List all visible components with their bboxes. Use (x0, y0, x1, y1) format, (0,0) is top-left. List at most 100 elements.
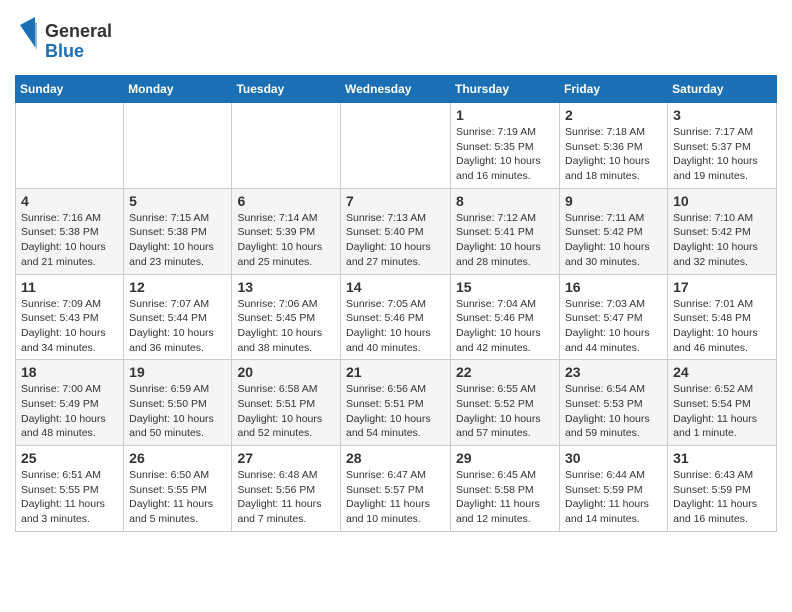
day-info: Sunrise: 7:17 AMSunset: 5:37 PMDaylight:… (673, 125, 771, 184)
calendar-cell (341, 103, 451, 189)
day-info: Sunrise: 7:03 AMSunset: 5:47 PMDaylight:… (565, 297, 662, 356)
svg-text:Blue: Blue (45, 41, 84, 61)
day-info: Sunrise: 7:09 AMSunset: 5:43 PMDaylight:… (21, 297, 118, 356)
day-info: Sunrise: 7:01 AMSunset: 5:48 PMDaylight:… (673, 297, 771, 356)
calendar-cell: 21Sunrise: 6:56 AMSunset: 5:51 PMDayligh… (341, 360, 451, 446)
calendar-cell: 8 Sunrise: 7:12 AMSunset: 5:41 PMDaylight… (451, 188, 560, 274)
day-number: 16 (565, 279, 662, 295)
day-info: Sunrise: 7:05 AMSunset: 5:46 PMDaylight:… (346, 297, 445, 356)
calendar-week-row: 1Sunrise: 7:19 AMSunset: 5:35 PMDaylight… (16, 103, 777, 189)
day-number: 4 (21, 193, 118, 209)
calendar-cell: 23 Sunrise: 6:54 AMSunset: 5:53 PMDayligh… (560, 360, 668, 446)
day-info: Sunrise: 7:15 AMSunset: 5:38 PMDaylight:… (129, 211, 226, 270)
calendar-cell (232, 103, 341, 189)
calendar-cell: 4 Sunrise: 7:16 AMSunset: 5:38 PMDaylight… (16, 188, 124, 274)
calendar-cell: 19Sunrise: 6:59 AMSunset: 5:50 PMDayligh… (124, 360, 232, 446)
day-number: 9 (565, 193, 662, 209)
day-number: 27 (237, 450, 335, 466)
day-number: 1 (456, 107, 554, 123)
day-info: Sunrise: 7:11 AMSunset: 5:42 PMDaylight:… (565, 211, 662, 270)
day-info: Sunrise: 7:12 AMSunset: 5:41 PMDaylight:… (456, 211, 554, 270)
calendar-cell: 30 Sunrise: 6:44 AMSunset: 5:59 PMDayligh… (560, 446, 668, 532)
calendar-cell: 1Sunrise: 7:19 AMSunset: 5:35 PMDaylight… (451, 103, 560, 189)
calendar-cell: 31 Sunrise: 6:43 AMSunset: 5:59 PMDayligh… (668, 446, 777, 532)
day-number: 17 (673, 279, 771, 295)
day-info: Sunrise: 7:18 AMSunset: 5:36 PMDaylight:… (565, 125, 662, 184)
day-number: 11 (21, 279, 118, 295)
day-info: Sunrise: 6:44 AMSunset: 5:59 PMDaylight:… (565, 468, 662, 527)
day-number: 31 (673, 450, 771, 466)
calendar-cell: 9 Sunrise: 7:11 AMSunset: 5:42 PMDaylight… (560, 188, 668, 274)
day-number: 15 (456, 279, 554, 295)
day-number: 5 (129, 193, 226, 209)
day-number: 2 (565, 107, 662, 123)
day-info: Sunrise: 6:45 AMSunset: 5:58 PMDaylight:… (456, 468, 554, 527)
day-number: 3 (673, 107, 771, 123)
calendar-cell: 16 Sunrise: 7:03 AMSunset: 5:47 PMDayligh… (560, 274, 668, 360)
day-header-sunday: Sunday (16, 76, 124, 103)
day-number: 23 (565, 364, 662, 380)
calendar-week-row: 4 Sunrise: 7:16 AMSunset: 5:38 PMDaylight… (16, 188, 777, 274)
logo: GeneralBlue (15, 15, 115, 65)
calendar-week-row: 11 Sunrise: 7:09 AMSunset: 5:43 PMDayligh… (16, 274, 777, 360)
calendar-cell: 14 Sunrise: 7:05 AMSunset: 5:46 PMDayligh… (341, 274, 451, 360)
calendar-cell (124, 103, 232, 189)
day-info: Sunrise: 7:07 AMSunset: 5:44 PMDaylight:… (129, 297, 226, 356)
day-info: Sunrise: 7:00 AMSunset: 5:49 PMDaylight:… (21, 382, 118, 441)
day-info: Sunrise: 6:56 AMSunset: 5:51 PMDaylight:… (346, 382, 445, 441)
day-header-monday: Monday (124, 76, 232, 103)
day-info: Sunrise: 7:04 AMSunset: 5:46 PMDaylight:… (456, 297, 554, 356)
calendar-cell: 27 Sunrise: 6:48 AMSunset: 5:56 PMDayligh… (232, 446, 341, 532)
day-info: Sunrise: 6:48 AMSunset: 5:56 PMDaylight:… (237, 468, 335, 527)
day-number: 28 (346, 450, 445, 466)
day-header-thursday: Thursday (451, 76, 560, 103)
day-info: Sunrise: 6:43 AMSunset: 5:59 PMDaylight:… (673, 468, 771, 527)
calendar-cell: 18Sunrise: 7:00 AMSunset: 5:49 PMDayligh… (16, 360, 124, 446)
day-header-wednesday: Wednesday (341, 76, 451, 103)
calendar-header-row: SundayMondayTuesdayWednesdayThursdayFrid… (16, 76, 777, 103)
day-number: 24 (673, 364, 771, 380)
calendar-cell: 29 Sunrise: 6:45 AMSunset: 5:58 PMDayligh… (451, 446, 560, 532)
day-number: 14 (346, 279, 445, 295)
calendar-cell: 26 Sunrise: 6:50 AMSunset: 5:55 PMDayligh… (124, 446, 232, 532)
calendar-cell: 22 Sunrise: 6:55 AMSunset: 5:52 PMDayligh… (451, 360, 560, 446)
day-number: 30 (565, 450, 662, 466)
day-number: 20 (237, 364, 335, 380)
calendar-cell (16, 103, 124, 189)
calendar-cell: 3 Sunrise: 7:17 AMSunset: 5:37 PMDaylight… (668, 103, 777, 189)
calendar-table: SundayMondayTuesdayWednesdayThursdayFrid… (15, 75, 777, 532)
calendar-cell: 25Sunrise: 6:51 AMSunset: 5:55 PMDayligh… (16, 446, 124, 532)
day-info: Sunrise: 7:16 AMSunset: 5:38 PMDaylight:… (21, 211, 118, 270)
day-number: 10 (673, 193, 771, 209)
calendar-cell: 7 Sunrise: 7:13 AMSunset: 5:40 PMDaylight… (341, 188, 451, 274)
calendar-cell: 15 Sunrise: 7:04 AMSunset: 5:46 PMDayligh… (451, 274, 560, 360)
day-number: 12 (129, 279, 226, 295)
day-header-friday: Friday (560, 76, 668, 103)
calendar-week-row: 18Sunrise: 7:00 AMSunset: 5:49 PMDayligh… (16, 360, 777, 446)
day-info: Sunrise: 6:55 AMSunset: 5:52 PMDaylight:… (456, 382, 554, 441)
day-info: Sunrise: 6:54 AMSunset: 5:53 PMDaylight:… (565, 382, 662, 441)
day-number: 13 (237, 279, 335, 295)
day-info: Sunrise: 6:58 AMSunset: 5:51 PMDaylight:… (237, 382, 335, 441)
calendar-cell: 5 Sunrise: 7:15 AMSunset: 5:38 PMDaylight… (124, 188, 232, 274)
calendar-cell: 13 Sunrise: 7:06 AMSunset: 5:45 PMDayligh… (232, 274, 341, 360)
day-number: 6 (237, 193, 335, 209)
day-info: Sunrise: 7:06 AMSunset: 5:45 PMDaylight:… (237, 297, 335, 356)
day-number: 22 (456, 364, 554, 380)
day-info: Sunrise: 7:14 AMSunset: 5:39 PMDaylight:… (237, 211, 335, 270)
logo-svg: GeneralBlue (15, 15, 115, 65)
day-info: Sunrise: 7:13 AMSunset: 5:40 PMDaylight:… (346, 211, 445, 270)
day-number: 29 (456, 450, 554, 466)
day-number: 19 (129, 364, 226, 380)
calendar-cell: 20 Sunrise: 6:58 AMSunset: 5:51 PMDayligh… (232, 360, 341, 446)
day-number: 26 (129, 450, 226, 466)
day-info: Sunrise: 7:10 AMSunset: 5:42 PMDaylight:… (673, 211, 771, 270)
day-info: Sunrise: 6:50 AMSunset: 5:55 PMDaylight:… (129, 468, 226, 527)
day-number: 7 (346, 193, 445, 209)
calendar-cell: 2 Sunrise: 7:18 AMSunset: 5:36 PMDaylight… (560, 103, 668, 189)
calendar-week-row: 25Sunrise: 6:51 AMSunset: 5:55 PMDayligh… (16, 446, 777, 532)
day-info: Sunrise: 6:47 AMSunset: 5:57 PMDaylight:… (346, 468, 445, 527)
day-number: 8 (456, 193, 554, 209)
day-header-tuesday: Tuesday (232, 76, 341, 103)
calendar-cell: 11 Sunrise: 7:09 AMSunset: 5:43 PMDayligh… (16, 274, 124, 360)
